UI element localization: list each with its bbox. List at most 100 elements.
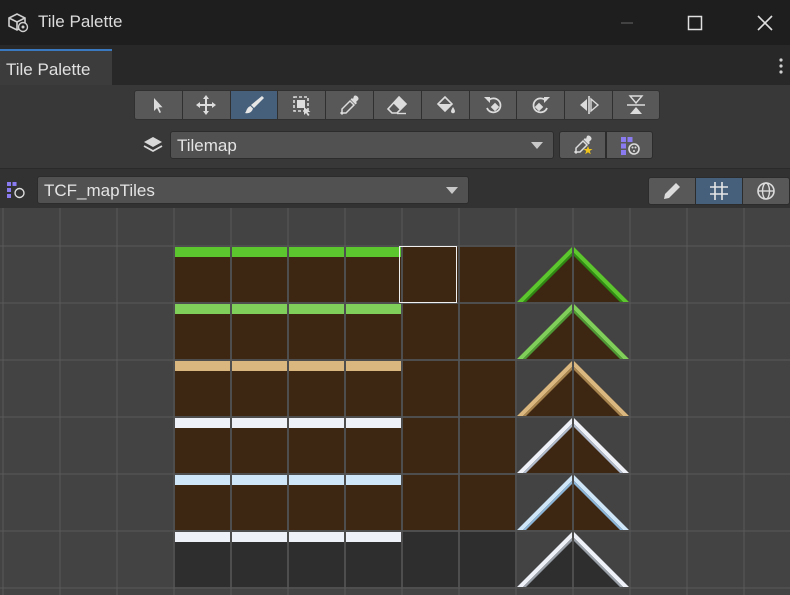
select-tool-button[interactable] [134, 90, 182, 120]
grid-toggle-button[interactable] [695, 177, 743, 205]
arrow-cursor-icon [154, 98, 163, 113]
rotate-cw-icon [532, 97, 550, 114]
palette-tile[interactable] [346, 418, 401, 473]
palette-tile[interactable] [460, 418, 515, 473]
maximize-button[interactable] [672, 0, 718, 45]
paint-tool-button[interactable] [229, 90, 278, 120]
palette-tile[interactable] [517, 247, 572, 302]
active-tilemap-value: Tilemap [177, 136, 237, 155]
move-tool-button[interactable] [181, 90, 230, 120]
tab-strip: Tile Palette [0, 45, 790, 85]
palette-tile[interactable] [460, 532, 515, 587]
palette-tile[interactable] [346, 475, 401, 530]
maximize-icon [687, 15, 703, 30]
palette-tile[interactable] [175, 361, 230, 416]
grid-icon [710, 182, 728, 200]
palette-tile[interactable] [289, 304, 344, 359]
palette-value: TCF_mapTiles [44, 181, 155, 200]
flip-x-tool-button[interactable] [564, 90, 612, 120]
minimize-icon [621, 21, 633, 24]
palette-tile[interactable] [517, 532, 572, 587]
paint-bucket-icon [437, 95, 456, 114]
chevron-down-icon [446, 187, 458, 194]
eraser-icon [387, 95, 408, 115]
palette-tile[interactable] [403, 532, 458, 587]
gizmos-toggle-button[interactable] [742, 177, 790, 205]
palette-tile[interactable] [460, 247, 515, 302]
gizmo-globe-icon [757, 182, 775, 200]
paintbrush-icon [244, 96, 264, 114]
palette-tile[interactable] [574, 532, 629, 587]
palette-tile[interactable] [403, 361, 458, 416]
palette-tile[interactable] [175, 475, 230, 530]
palette-tile[interactable] [175, 247, 230, 302]
edit-palette-button[interactable] [648, 177, 696, 205]
palette-tile[interactable] [574, 247, 629, 302]
palette-tile[interactable] [175, 304, 230, 359]
palette-tile[interactable] [232, 361, 287, 416]
palette-tile[interactable] [517, 418, 572, 473]
palette-tile[interactable] [232, 418, 287, 473]
window-title: Tile Palette [38, 12, 123, 31]
palette-tile[interactable] [175, 532, 230, 587]
palette-tile[interactable] [346, 361, 401, 416]
flip-y-tool-button[interactable] [611, 90, 660, 120]
palette-tile[interactable] [289, 532, 344, 587]
layers-icon [143, 137, 163, 153]
box-fill-icon [292, 96, 311, 116]
palette-tile[interactable] [460, 304, 515, 359]
palette-tile[interactable] [232, 247, 287, 302]
palette-selector-row: TCF_mapTiles [0, 168, 790, 208]
flip-horizontal-icon [579, 96, 599, 114]
tile-palette-icon [7, 182, 25, 199]
palette-tile[interactable] [460, 475, 515, 530]
palette-tile[interactable] [403, 418, 458, 473]
palette-tile[interactable] [289, 361, 344, 416]
palette-tile[interactable] [574, 418, 629, 473]
palette-tile[interactable] [346, 247, 401, 302]
palette-tile[interactable] [232, 532, 287, 587]
palette-tile[interactable] [175, 418, 230, 473]
tile-palette-icon [620, 137, 640, 155]
palette-tile[interactable] [517, 304, 572, 359]
erase-tool-button[interactable] [372, 90, 421, 120]
palette-tile[interactable] [517, 475, 572, 530]
rotate-ccw-tool-button[interactable] [468, 90, 517, 120]
palette-tile[interactable] [346, 532, 401, 587]
palette-tile[interactable] [289, 475, 344, 530]
tab-tile-palette[interactable]: Tile Palette [0, 49, 112, 85]
eyedropper-star-icon [573, 135, 592, 155]
box-fill-tool-button[interactable] [277, 90, 326, 120]
tool-bar [134, 90, 660, 120]
palette-tile[interactable] [403, 304, 458, 359]
palette-tile[interactable] [232, 304, 287, 359]
unity-editor-icon [8, 13, 29, 33]
close-button[interactable] [742, 0, 788, 45]
palette-tile[interactable] [574, 304, 629, 359]
palette-tile[interactable] [403, 475, 458, 530]
tile-palette-grid[interactable] [0, 208, 790, 595]
close-icon [757, 14, 773, 31]
move-arrows-icon [196, 95, 217, 115]
palette-brush-button[interactable] [606, 131, 653, 159]
palette-tile[interactable] [460, 361, 515, 416]
eyedropper-icon [339, 95, 359, 116]
palette-tile[interactable] [289, 247, 344, 302]
kebab-menu-icon[interactable] [778, 57, 784, 75]
rotate-cw-tool-button[interactable] [516, 90, 565, 120]
palette-dropdown[interactable]: TCF_mapTiles [37, 176, 469, 204]
tile-picker-button[interactable] [559, 131, 606, 159]
flip-vertical-icon [626, 95, 645, 114]
active-tilemap-dropdown[interactable]: Tilemap [170, 131, 554, 159]
palette-tile[interactable] [403, 247, 458, 302]
palette-tile[interactable] [574, 361, 629, 416]
palette-tile[interactable] [289, 418, 344, 473]
pencil-icon [664, 183, 680, 199]
fill-tool-button[interactable] [420, 90, 469, 120]
palette-tile[interactable] [232, 475, 287, 530]
palette-tile[interactable] [574, 475, 629, 530]
picker-tool-button[interactable] [325, 90, 373, 120]
palette-tile[interactable] [346, 304, 401, 359]
palette-tile[interactable] [517, 361, 572, 416]
minimize-button[interactable] [604, 0, 650, 45]
